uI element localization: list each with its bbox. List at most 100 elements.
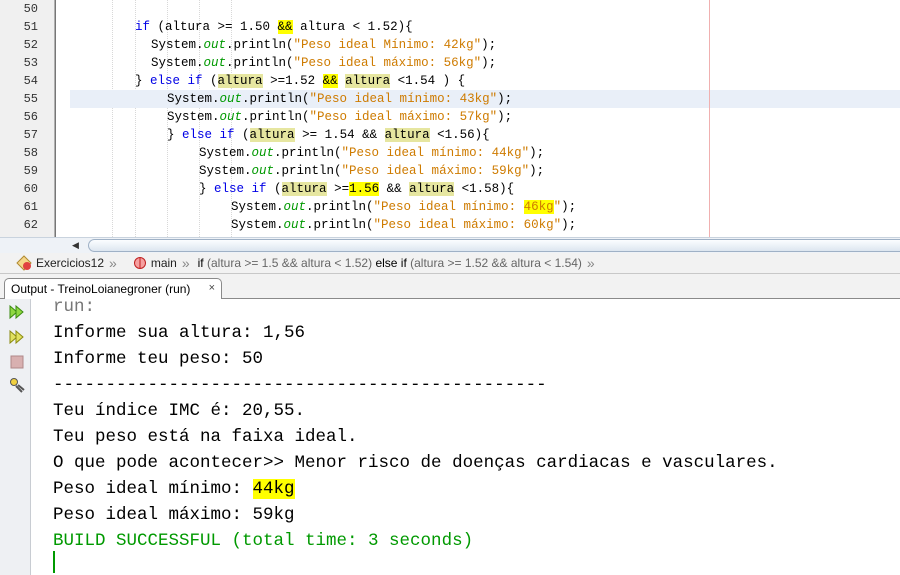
code-token: altura: [249, 128, 295, 142]
line-number: 55: [23, 92, 38, 106]
code-line[interactable]: } else if (altura >=1.52 && altura <1.54…: [70, 72, 900, 90]
code-token: altura: [345, 74, 391, 88]
scrollbar-thumb[interactable]: [88, 239, 900, 252]
line-number: 51: [23, 20, 38, 34]
code-token: out: [219, 110, 243, 124]
output-line: Peso ideal máximo: 59kg: [53, 502, 295, 528]
code-token: out: [251, 164, 275, 178]
code-line[interactable]: System.out.println("Peso ideal máximo: 5…: [70, 54, 900, 72]
output-line: BUILD SUCCESSFUL (total time: 3 seconds): [53, 528, 473, 554]
code-token: System.: [151, 38, 204, 52]
code-token: .println(: [306, 200, 374, 214]
code-token: out: [283, 200, 307, 214]
code-token: "Peso ideal máximo: 60kg": [373, 218, 562, 232]
output-text: Teu peso está na faixa ideal.: [53, 427, 358, 447]
code-token: System.: [167, 110, 220, 124]
code-line[interactable]: System.out.println("Peso ideal máximo: 6…: [70, 216, 900, 234]
output-console[interactable]: run: Informe sua altura: 1,56 Informe teu …: [31, 297, 900, 575]
code-token: }: [135, 74, 151, 88]
tab-label: Output - TreinoLoianegroner (run): [11, 282, 191, 296]
output-line: Informe sua altura: 1,56: [53, 320, 305, 346]
code-line[interactable]: } else if (altura >=1.56 && altura <1.58…: [70, 180, 900, 198]
code-token: "Peso ideal mínimo: 44kg": [341, 146, 530, 160]
code-token: else if: [214, 182, 267, 196]
code-token: <1.56){: [429, 128, 490, 142]
breadcrumb-class[interactable]: Exercicios12: [36, 256, 104, 270]
code-line[interactable]: [70, 0, 900, 18]
code-line[interactable]: System.out.println("Peso ideal Mínimo: 4…: [70, 36, 900, 54]
code-token: 1.56: [349, 182, 380, 196]
code-line[interactable]: System.out.println("Peso ideal mínimo: 4…: [70, 90, 900, 108]
code-token: );: [481, 56, 497, 70]
code-token: System.: [231, 200, 284, 214]
output-line: run:: [53, 294, 95, 320]
code-token: altura: [281, 182, 327, 196]
code-token: "Peso ideal máximo: 59kg": [341, 164, 530, 178]
output-text: run:: [53, 297, 96, 317]
code-line[interactable]: System.out.println("Peso ideal máximo: 5…: [70, 162, 900, 180]
output-line: Teu peso está na faixa ideal.: [53, 424, 358, 450]
code-token: else if: [182, 128, 235, 142]
code-token: altura: [217, 74, 263, 88]
line-number: 57: [23, 128, 38, 142]
tab-output[interactable]: Output - TreinoLoianegroner (run) ×: [4, 278, 222, 300]
rerun-icon[interactable]: [9, 304, 25, 320]
code-token: );: [497, 110, 513, 124]
code-token: &&: [379, 182, 410, 196]
breadcrumb: Exercicios12 » main » if (altura >= 1.5 …: [0, 253, 900, 274]
code-token: .println(: [242, 110, 310, 124]
code-line[interactable]: if (altura >= 1.50 && altura < 1.52){: [70, 18, 900, 36]
code-line[interactable]: System.out.println("Peso ideal máximo: 5…: [70, 108, 900, 126]
code-token: &&: [322, 74, 338, 88]
text-caret: [53, 551, 55, 573]
code-token: "Peso ideal Mínimo: 42kg": [293, 38, 482, 52]
output-text: Teu índice IMC é: 20,55.: [53, 401, 306, 421]
rerun-with-options-icon[interactable]: [9, 329, 25, 345]
line-number: 52: [23, 38, 38, 52]
output-line: O que pode acontecer>> Menor risco de do…: [53, 450, 778, 476]
close-icon[interactable]: ×: [209, 282, 215, 294]
code-line[interactable]: System.out.println("Peso ideal mínimo: 4…: [70, 198, 900, 216]
scroll-left-icon[interactable]: ◀: [72, 240, 79, 251]
code-token: (: [234, 128, 250, 142]
line-number: 56: [23, 110, 38, 124]
settings-icon[interactable]: [9, 377, 25, 393]
code-token: System.: [231, 218, 284, 232]
code-token: .println(: [306, 218, 374, 232]
code-token: (: [202, 74, 218, 88]
code-token: );: [481, 38, 497, 52]
code-token: out: [251, 146, 275, 160]
output-text: O que pode acontecer>> Menor risco de do…: [53, 453, 778, 473]
stop-icon[interactable]: [9, 354, 25, 370]
code-line[interactable]: } else if (altura >= 1.54 && altura <1.5…: [70, 126, 900, 144]
output-tab-bar: Output - TreinoLoianegroner (run) ×: [0, 274, 900, 300]
code-token: else if: [150, 74, 203, 88]
breadcrumb-if[interactable]: if (altura >= 1.5 && altura < 1.52) else…: [198, 256, 582, 270]
code-token: System.: [199, 146, 252, 160]
horizontal-scrollbar[interactable]: ◀: [0, 237, 900, 253]
breadcrumb-method[interactable]: main: [151, 256, 177, 270]
code-token: .println(: [242, 92, 310, 106]
line-number: 60: [23, 182, 38, 196]
output-text: ----------------------------------------…: [53, 375, 547, 395]
line-number: 54: [23, 74, 38, 88]
code-token: .println(: [274, 164, 342, 178]
line-number: 53: [23, 56, 38, 70]
code-token: System.: [167, 92, 220, 106]
output-text: BUILD SUCCESSFUL (total time: 3 seconds): [53, 531, 474, 551]
fold-column: [55, 0, 69, 237]
code-token: altura < 1.52){: [292, 20, 413, 34]
code-token: );: [561, 200, 577, 214]
output-text: Informe sua altura: 1,56: [53, 323, 306, 343]
code-token: }: [167, 128, 183, 142]
code-token: <1.58){: [454, 182, 515, 196]
output-line: Informe teu peso: 50: [53, 346, 263, 372]
method-icon: [133, 257, 146, 269]
code-token: );: [529, 164, 545, 178]
code-line[interactable]: System.out.println("Peso ideal mínimo: 4…: [70, 144, 900, 162]
line-number: 58: [23, 146, 38, 160]
code-token: );: [561, 218, 577, 232]
code-token: .println(: [226, 56, 294, 70]
code-editor[interactable]: 50 51 52 53 54 55 56 57 58 59 60 61 62 if (altura >=…: [0, 0, 900, 237]
